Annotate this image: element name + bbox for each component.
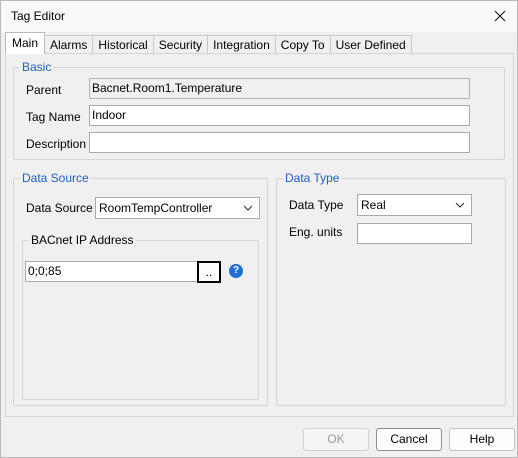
tab-main[interactable]: Main — [5, 32, 46, 54]
title-bar: Tag Editor — [1, 1, 517, 32]
data-type-selected: Real — [361, 198, 386, 212]
description-input[interactable] — [89, 132, 470, 153]
tab-page-main: Basic Parent Bacnet.Room1.Temperature Ta… — [5, 53, 514, 417]
ok-button[interactable]: OK — [303, 428, 369, 451]
tab-historical[interactable]: Historical — [92, 35, 154, 54]
tab-copy-to[interactable]: Copy To — [274, 35, 331, 54]
data-type-group: Data Type Data Type Real Eng. units — [276, 171, 506, 406]
data-type-legend: Data Type — [283, 171, 342, 185]
description-label: Description — [26, 137, 87, 151]
tab-strip: Main Alarms Historical Security Integrat… — [5, 32, 412, 54]
eng-units-label: Eng. units — [289, 225, 343, 239]
close-icon — [494, 10, 506, 22]
window-title: Tag Editor — [11, 9, 66, 23]
parent-label: Parent — [26, 83, 62, 97]
bacnet-address-input[interactable]: 0;0;85 — [25, 261, 199, 282]
data-source-label: Data Source — [26, 201, 93, 215]
close-button[interactable] — [487, 4, 513, 28]
chevron-down-icon — [241, 198, 255, 218]
parent-field: Bacnet.Room1.Temperature — [89, 78, 470, 99]
bacnet-ip-group: BACnet IP Address 0;0;85 .. ? — [22, 233, 259, 400]
cancel-button[interactable]: Cancel — [376, 428, 442, 451]
tab-user-defined[interactable]: User Defined — [329, 35, 412, 54]
data-type-label: Data Type — [289, 198, 344, 212]
tag-name-label: Tag Name — [26, 110, 81, 124]
eng-units-input[interactable] — [357, 223, 472, 244]
chevron-down-icon — [453, 195, 467, 215]
data-source-group: Data Source Data Source RoomTempControll… — [13, 171, 268, 406]
data-source-selected: RoomTempController — [99, 201, 213, 215]
data-type-select[interactable]: Real — [357, 194, 472, 216]
tag-editor-window: Tag Editor Main Alarms Historical Securi… — [0, 0, 518, 458]
help-icon[interactable]: ? — [229, 264, 243, 278]
tab-security[interactable]: Security — [152, 35, 209, 54]
data-source-legend: Data Source — [20, 171, 91, 185]
data-source-select[interactable]: RoomTempController — [95, 197, 260, 219]
help-button[interactable]: Help — [449, 428, 515, 451]
bacnet-ip-legend: BACnet IP Address — [29, 233, 136, 247]
basic-legend: Basic — [20, 60, 54, 74]
browse-button[interactable]: .. — [197, 261, 221, 283]
basic-group: Basic Parent Bacnet.Room1.Temperature Ta… — [13, 60, 505, 160]
tab-integration[interactable]: Integration — [207, 35, 276, 54]
tag-name-input[interactable]: Indoor — [89, 105, 470, 126]
tab-alarms[interactable]: Alarms — [44, 35, 94, 54]
